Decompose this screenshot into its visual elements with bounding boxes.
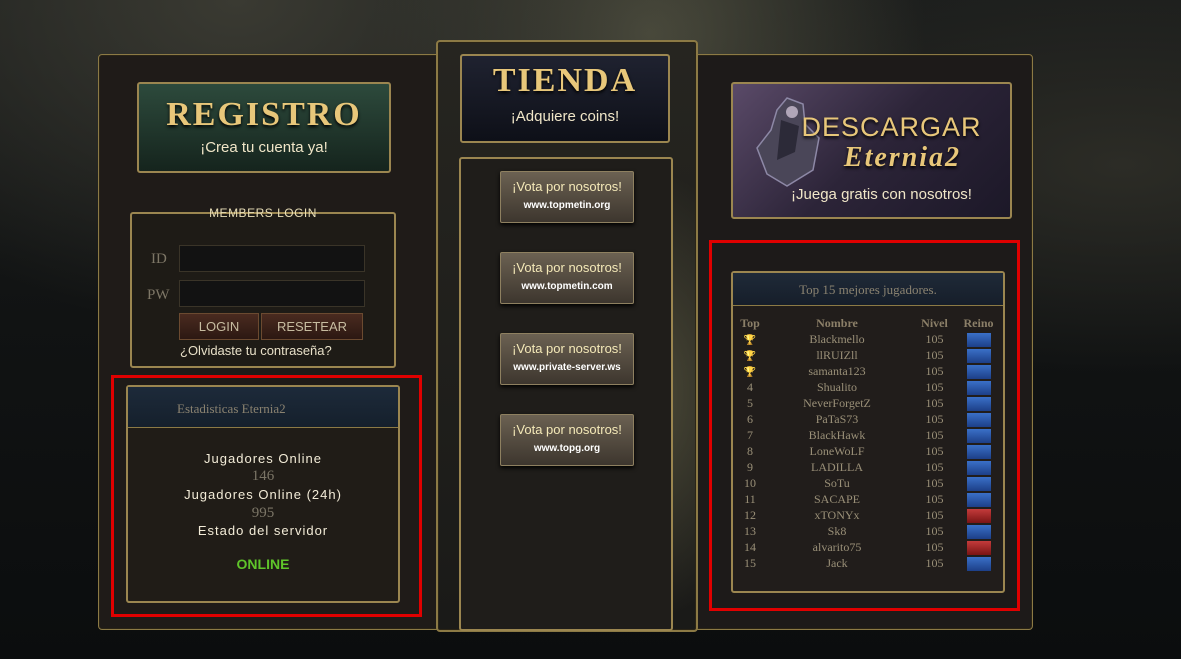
descargar-subtitle: ¡Juega gratis con nosotros! xyxy=(791,186,972,203)
id-label: ID xyxy=(151,251,167,267)
vote-line1: ¡Vota por nosotros! xyxy=(512,422,622,437)
registro-title: REGISTRO xyxy=(166,96,362,133)
vote-line2: www.topmetin.org xyxy=(523,200,611,211)
members-login-box: MEMBERS LOGIN ID PW LOGIN RESETEAR ¿Olvi… xyxy=(130,206,396,368)
highlight-box-ranking xyxy=(709,240,1020,611)
descargar-banner[interactable]: DESCARGAR Eternia2 ¡Juega gratis con nos… xyxy=(731,82,1012,219)
vote-line2: www.topg.org xyxy=(533,443,601,454)
highlight-box-stats xyxy=(111,375,422,617)
vote-line2: www.private-server.ws xyxy=(513,362,621,373)
login-button[interactable]: LOGIN xyxy=(179,313,259,340)
tienda-subtitle: ¡Adquiere coins! xyxy=(510,108,620,125)
vote-button-topmetin-com[interactable]: ¡Vota por nosotros! www.topmetin.com xyxy=(500,252,634,304)
tienda-banner[interactable]: TIENDA ¡Adquiere coins! xyxy=(460,54,670,143)
descargar-title: DESCARGAR xyxy=(801,112,982,142)
members-login-title: MEMBERS LOGIN xyxy=(209,206,317,220)
vote-line1: ¡Vota por nosotros! xyxy=(512,260,622,275)
vote-button-topg[interactable]: ¡Vota por nosotros! www.topg.org xyxy=(500,414,634,466)
registro-subtitle: ¡Crea tu cuenta ya! xyxy=(200,139,328,156)
id-input[interactable] xyxy=(179,245,365,272)
vote-button-topmetin-org[interactable]: ¡Vota por nosotros! www.topmetin.org xyxy=(500,171,634,223)
forgot-password-link[interactable]: ¿Olvidaste tu contraseña? xyxy=(180,343,332,358)
vote-line2: www.topmetin.com xyxy=(521,281,613,292)
vote-frame xyxy=(459,157,673,631)
pw-label: PW xyxy=(147,287,170,303)
tienda-title: TIENDA xyxy=(492,62,638,99)
vote-button-private-server[interactable]: ¡Vota por nosotros! www.private-server.w… xyxy=(500,333,634,385)
eternia2-logo: Eternia2 xyxy=(843,142,962,173)
vote-line1: ¡Vota por nosotros! xyxy=(512,179,622,194)
registro-banner[interactable]: REGISTRO ¡Crea tu cuenta ya! xyxy=(137,82,391,173)
pw-input[interactable] xyxy=(179,280,365,307)
reset-button[interactable]: RESETEAR xyxy=(261,313,363,340)
vote-line1: ¡Vota por nosotros! xyxy=(512,341,622,356)
